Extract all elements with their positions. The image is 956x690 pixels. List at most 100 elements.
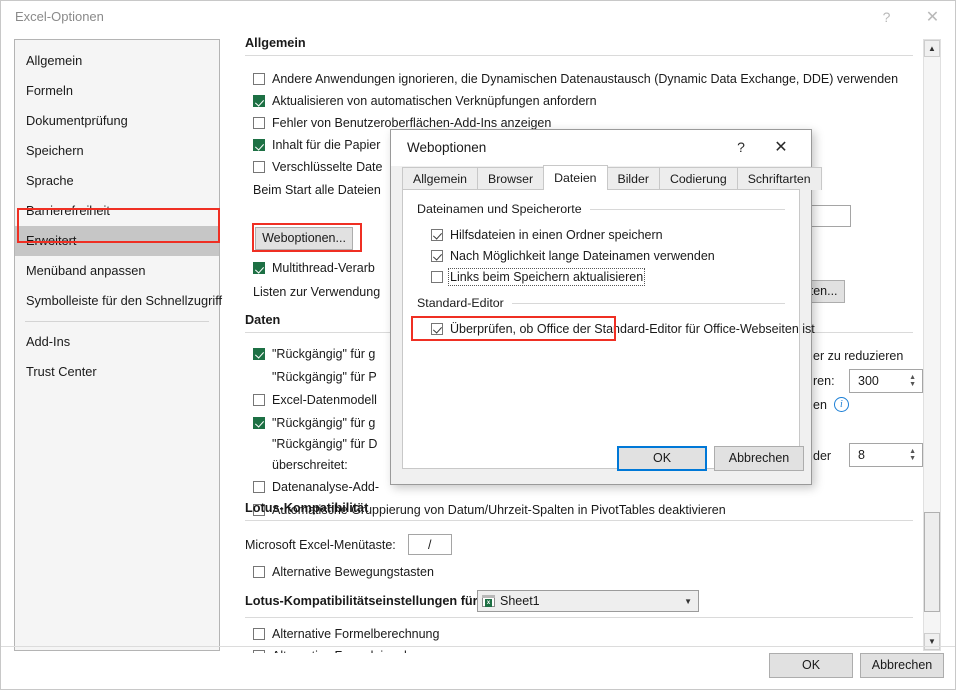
- checkbox-bewegungstasten[interactable]: [253, 566, 265, 578]
- group-header-dateinamen: Dateinamen und Speicherorte: [417, 202, 785, 216]
- sidebar-item-erweitert[interactable]: Erweitert: [15, 226, 219, 256]
- section-rule: [245, 55, 913, 56]
- checkbox-dde[interactable]: [253, 73, 265, 85]
- weboptionen-help-icon[interactable]: ?: [723, 132, 759, 162]
- footer-divider: [1, 646, 955, 647]
- checkbox-label-datenmodell: Excel-Datenmodell: [272, 393, 377, 407]
- checkbox-label-addin-fehler: Fehler von Benutzeroberflächen-Add-Ins a…: [272, 116, 551, 130]
- checkbox-rueckgaengig-g2[interactable]: [253, 417, 265, 429]
- tab-allgemein[interactable]: Allgemein: [402, 167, 478, 190]
- sidebar-item-sprache[interactable]: Sprache: [15, 166, 219, 196]
- weboptionen-tabpanel: Dateinamen und Speicherorte Hilfsdateien…: [402, 189, 800, 469]
- checkbox-row-formelberechnung[interactable]: Alternative Formelberechnung: [253, 623, 439, 645]
- checkbox-row-lange-dateinamen[interactable]: Nach Möglichkeit lange Dateinamen verwen…: [431, 245, 785, 266]
- section-header-lotus: Lotus-Kompatibilität: [245, 501, 913, 515]
- weboptionen-title: Weboptionen: [407, 140, 486, 155]
- checkbox-row-bewegungstasten[interactable]: Alternative Bewegungstasten: [253, 561, 434, 583]
- section-header-allgemein: Allgemein: [245, 36, 913, 50]
- sidebar-item-allgemein[interactable]: Allgemein: [15, 46, 219, 76]
- checkbox-row-multithread[interactable]: Multithread-Verarb: [253, 256, 380, 280]
- label-ren-fragment: ren:: [813, 374, 835, 388]
- sidebar-item-barrierefreiheit[interactable]: Barrierefreiheit: [15, 196, 219, 226]
- spinner-arrows-icon[interactable]: ▲▼: [909, 370, 916, 392]
- weboptionen-button[interactable]: Weboptionen...: [255, 227, 353, 250]
- checkbox-label-lange-dateinamen: Nach Möglichkeit lange Dateinamen verwen…: [450, 249, 715, 263]
- sidebar-item-speichern[interactable]: Speichern: [15, 136, 219, 166]
- excel-sheet-icon: x: [482, 595, 496, 608]
- window-titlebar: Excel-Optionen ? ✕: [1, 1, 955, 33]
- checkbox-label-hilfsdateien: Hilfsdateien in einen Ordner speichern: [450, 228, 663, 242]
- menutaste-input[interactable]: /: [408, 534, 452, 555]
- checkbox-addin-fehler[interactable]: [253, 117, 265, 129]
- sidebar-item-symbolleiste-schnellzugriff[interactable]: Symbolleiste für den Schnellzugriff: [15, 286, 219, 316]
- sidebar-item-dokumentpruefung[interactable]: Dokumentprüfung: [15, 106, 219, 136]
- checkbox-verschluesselt[interactable]: [253, 161, 265, 173]
- label-rueckgaengig-d: "Rückgängig" für D: [272, 437, 377, 451]
- checkbox-formelberechnung[interactable]: [253, 628, 265, 640]
- tab-bilder[interactable]: Bilder: [607, 167, 660, 190]
- checkbox-label-verschluesselt: Verschlüsselte Date: [272, 160, 382, 174]
- label-listen: Listen zur Verwendung: [253, 285, 380, 299]
- checkbox-label-rueckgaengig-g1: "Rückgängig" für g: [272, 347, 375, 361]
- checkbox-standard-editor[interactable]: [431, 323, 443, 335]
- spinner-threads[interactable]: 8 ▲▼: [849, 443, 923, 467]
- scrollbar-thumb[interactable]: [924, 512, 940, 612]
- tab-schriftarten[interactable]: Schriftarten: [737, 167, 822, 190]
- checkbox-row-verknuepfungen[interactable]: Aktualisieren von automatischen Verknüpf…: [253, 90, 898, 112]
- checkbox-formeleingabe[interactable]: [253, 650, 265, 653]
- checkbox-row-links-aktualisieren[interactable]: Links beim Speichern aktualisieren: [431, 266, 785, 287]
- tab-browser[interactable]: Browser: [477, 167, 544, 190]
- label-lotus-einstellungen: Lotus-Kompatibilitätseinstellungen für:: [245, 594, 482, 608]
- help-icon[interactable]: ?: [864, 1, 909, 33]
- weboptionen-titlebar: Weboptionen ? ✕: [391, 130, 811, 166]
- sidebar-item-trust-center[interactable]: Trust Center: [15, 357, 219, 387]
- spinner-threads-text: 8: [858, 448, 865, 462]
- checkbox-row-standard-editor[interactable]: Überprüfen, ob Office der Standard-Edito…: [431, 318, 785, 339]
- spinner-max-value[interactable]: 300 ▲▼: [849, 369, 923, 393]
- group-header-standard-editor: Standard-Editor: [417, 296, 785, 310]
- tab-dateien[interactable]: Dateien: [543, 165, 607, 190]
- label-ueberschreitet: überschreitet:: [272, 458, 348, 472]
- spinner-arrows-icon-2[interactable]: ▲▼: [909, 444, 916, 466]
- checkbox-lange-dateinamen[interactable]: [431, 250, 443, 262]
- checkbox-label-datenanalyse: Datenanalyse-Add-: [272, 480, 379, 494]
- group-rule-2: [512, 303, 785, 304]
- checkbox-multithread[interactable]: [253, 262, 265, 274]
- checkbox-papier[interactable]: [253, 139, 265, 151]
- close-icon[interactable]: ✕: [910, 1, 955, 33]
- checkbox-label-links-aktualisieren: Links beim Speichern aktualisieren: [450, 270, 643, 284]
- label-en-fragment: en: [813, 398, 827, 412]
- info-icon[interactable]: i: [834, 397, 849, 412]
- excel-options-window: Excel-Optionen ? ✕ Allgemein Formeln Dok…: [0, 0, 956, 690]
- page-title: Excel-Optionen: [15, 9, 104, 24]
- label-en-row: en i: [813, 397, 849, 412]
- checkbox-label-formeleingabe: Alternative Formeleingabe: [272, 649, 418, 653]
- checkbox-links-aktualisieren[interactable]: [431, 271, 443, 283]
- checkbox-hilfsdateien[interactable]: [431, 229, 443, 241]
- checkbox-label-standard-editor: Überprüfen, ob Office der Standard-Edito…: [450, 322, 815, 336]
- checkbox-datenanalyse[interactable]: [253, 481, 265, 493]
- sidebar-item-add-ins[interactable]: Add-Ins: [15, 327, 219, 357]
- chevron-down-icon[interactable]: ▼: [684, 597, 692, 606]
- cancel-button[interactable]: Abbrechen: [860, 653, 944, 678]
- options-sidebar: Allgemein Formeln Dokumentprüfung Speich…: [14, 39, 220, 651]
- checkbox-row-dde[interactable]: Andere Anwendungen ignorieren, die Dynam…: [253, 68, 898, 90]
- checkbox-row-hilfsdateien[interactable]: Hilfsdateien in einen Ordner speichern: [431, 224, 785, 245]
- sidebar-item-formeln[interactable]: Formeln: [15, 76, 219, 106]
- sheet-dropdown[interactable]: x Sheet1 ▼: [477, 590, 699, 612]
- tab-codierung[interactable]: Codierung: [659, 167, 738, 190]
- sidebar-item-menueband-anpassen[interactable]: Menüband anpassen: [15, 256, 219, 286]
- checkbox-label-multithread: Multithread-Verarb: [272, 261, 375, 275]
- scroll-down-arrow-icon[interactable]: ▼: [924, 633, 940, 650]
- checkbox-label-papier: Inhalt für die Papier: [272, 138, 380, 152]
- checkbox-verknuepfungen[interactable]: [253, 95, 265, 107]
- main-vertical-scrollbar[interactable]: ▲ ▼: [923, 39, 941, 651]
- checkbox-rueckgaengig-g1[interactable]: [253, 348, 265, 360]
- sheet-dropdown-value: Sheet1: [500, 594, 540, 608]
- weboptionen-cancel-button[interactable]: Abbrechen: [714, 446, 804, 471]
- weboptionen-ok-button[interactable]: OK: [617, 446, 707, 471]
- scroll-up-arrow-icon[interactable]: ▲: [924, 40, 940, 57]
- weboptionen-close-icon[interactable]: ✕: [763, 132, 799, 162]
- checkbox-datenmodell[interactable]: [253, 394, 265, 406]
- ok-button[interactable]: OK: [769, 653, 853, 678]
